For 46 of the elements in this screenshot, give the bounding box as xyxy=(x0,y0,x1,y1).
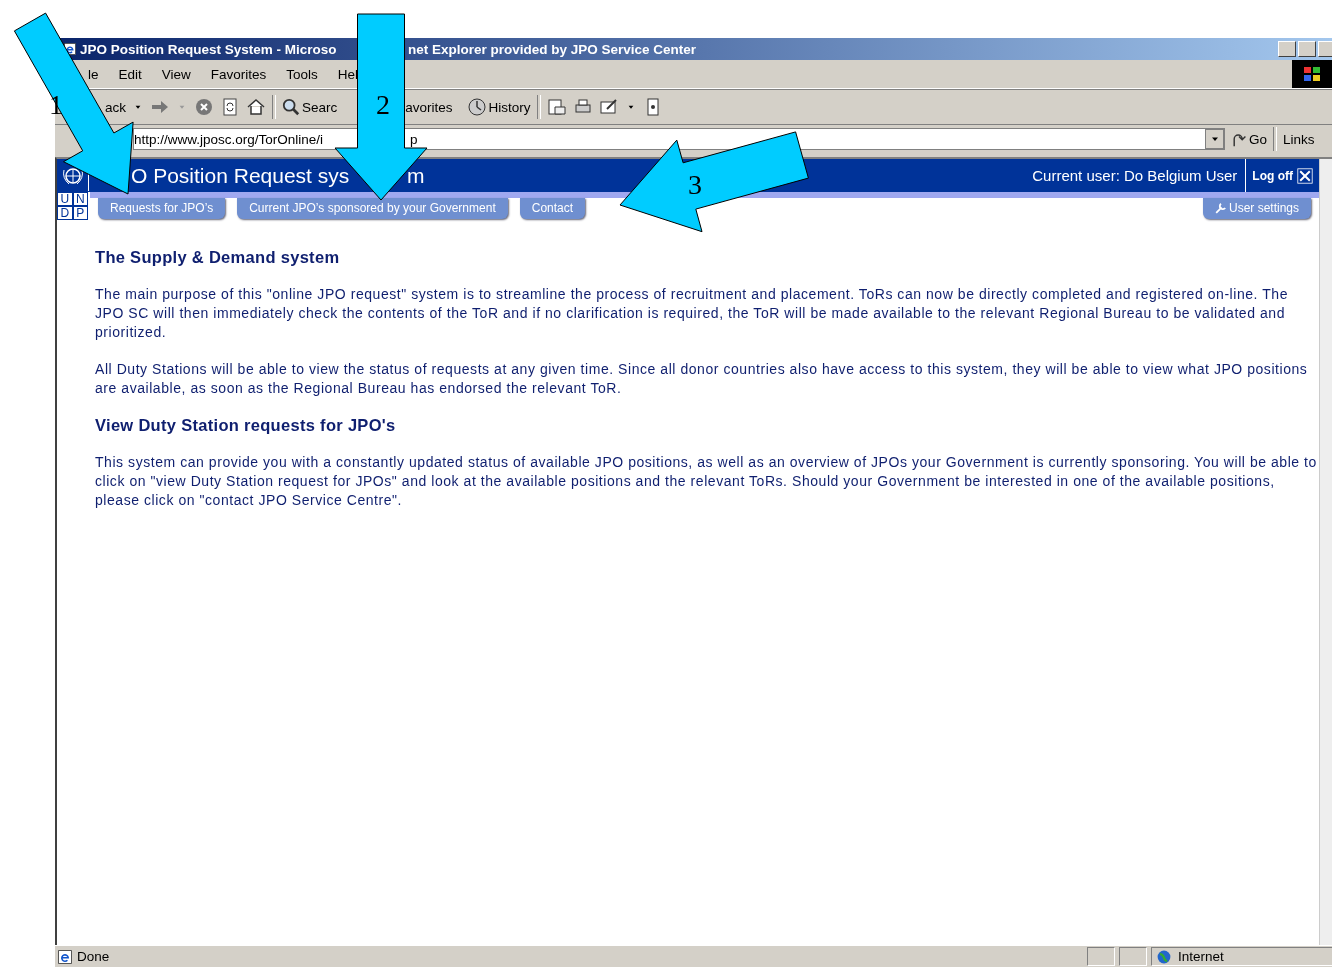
page-icon xyxy=(57,948,73,965)
address-field[interactable]: http://www.jposc.org/TorOnline/i p xyxy=(133,128,1225,150)
page-title: m xyxy=(407,163,425,188)
search-button[interactable]: Searc xyxy=(282,98,338,116)
go-arrow-icon xyxy=(1231,131,1247,147)
window-title: net Explorer provided by JPO Service Center xyxy=(408,41,697,57)
home-icon[interactable] xyxy=(246,97,266,117)
favorites-button[interactable]: avorites xyxy=(405,99,453,115)
history-button[interactable]: History xyxy=(466,97,531,117)
paragraph: All Duty Stations will be able to view the status of requests at any given time. Since all donor countries also have access to this system, they will be able to view what JPO positions are available, as soon as the Regional Bureau has endorsed the relevant ToR. xyxy=(95,360,1309,398)
menu-item[interactable]: Favorites xyxy=(210,66,267,82)
back-button[interactable]: ack xyxy=(105,99,126,115)
refresh-icon[interactable] xyxy=(220,97,240,117)
wrench-icon xyxy=(1214,202,1227,214)
search-icon xyxy=(282,98,300,116)
menu-item[interactable]: Edit xyxy=(118,66,142,82)
windows-logo-icon xyxy=(1292,60,1332,88)
restore-button[interactable] xyxy=(1298,41,1316,57)
window-title: JPO Position Request System - Microso xyxy=(80,41,338,57)
menu-item[interactable]: Tools xyxy=(286,66,318,82)
step-number: 1 xyxy=(49,89,63,120)
links-button[interactable]: Links xyxy=(1283,131,1315,147)
paragraph: The main purpose of this "online JPO request" system is to streamline the process of recruitment and placement. ToRs can now be directly completed and registered on-line. The JPO SC will then immediately check the contents of the ToR and if no clarification is required, the ToR will be made available to the relevant Regional Bureau to be validated and prioritized. xyxy=(95,285,1289,342)
close-icon xyxy=(1297,167,1313,184)
go-button[interactable]: Go xyxy=(1231,131,1267,147)
section-heading: View Duty Station requests for JPO's xyxy=(95,416,397,435)
undp-logo: U N D P xyxy=(57,192,88,220)
security-zone: Internet xyxy=(1178,949,1224,964)
globe-icon xyxy=(1156,948,1172,965)
step-number: 3 xyxy=(688,169,702,200)
stop-icon[interactable] xyxy=(194,97,214,117)
clock-icon xyxy=(466,97,487,117)
menu-item[interactable]: View xyxy=(161,66,191,82)
menu-item[interactable]: Hel xyxy=(337,66,359,82)
status-pane xyxy=(1119,947,1147,966)
edit-icon[interactable] xyxy=(598,97,619,117)
minimize-button[interactable] xyxy=(1278,41,1296,57)
page-title: O Position Request sys xyxy=(131,163,351,188)
section-heading: The Supply & Demand system xyxy=(95,248,341,267)
current-user-label: Current user: Do Belgium User xyxy=(1032,167,1239,184)
menu-item[interactable]: le xyxy=(88,66,99,82)
status-pane xyxy=(1087,947,1115,966)
close-button[interactable] xyxy=(1318,41,1332,57)
paragraph: This system can provide you with a constantly updated status of available JPO positions, as well as an overview of JPOs your Government is currently sponsoring. You will be able to click on "view Duty Station request for JPOs" and look at the available positions and the relevant ToRs. Should your Government be interested in one of the available positions, please click on "contact JPO Service Centre". xyxy=(95,453,1317,510)
step-number: 2 xyxy=(376,89,390,120)
status-text: Done xyxy=(77,949,111,964)
